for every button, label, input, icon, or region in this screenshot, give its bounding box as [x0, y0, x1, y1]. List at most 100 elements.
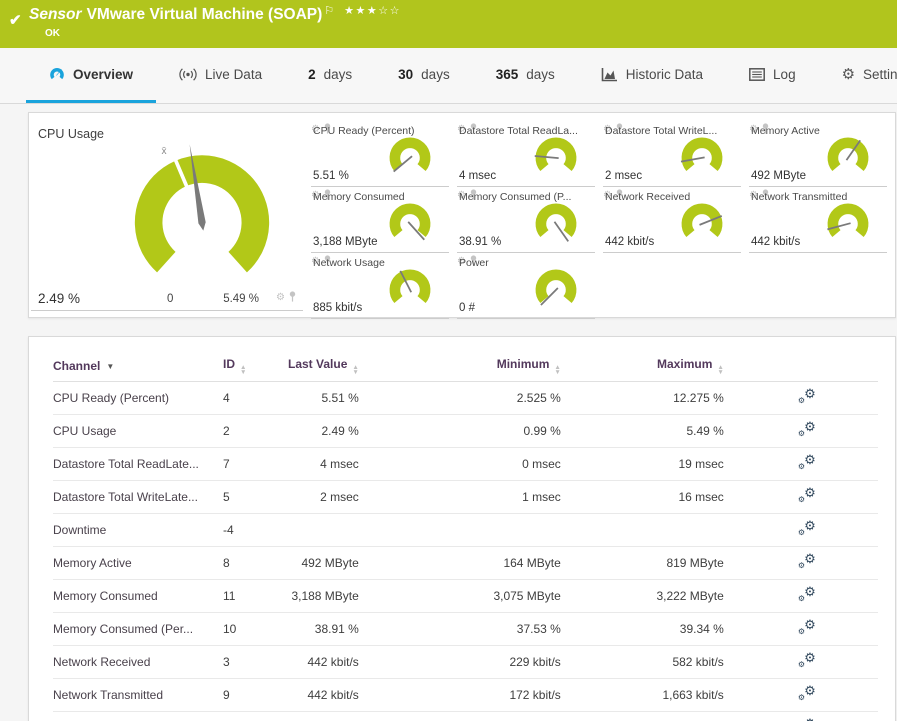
gauge-scale-min: 0 — [167, 293, 174, 305]
cell-channel: Memory Consumed (Per... — [53, 612, 223, 646]
gauge-tile-actions: ⚙ — [276, 289, 297, 307]
status-badge: OK — [45, 28, 60, 39]
channel-settings-icon[interactable]: ⚙⚙ — [798, 585, 816, 603]
table-row-datastore-total-readlate: Datastore Total ReadLate... 7 4 msec 0 msec… — [53, 447, 878, 481]
tab-number: 365 — [495, 66, 519, 82]
gauge — [534, 137, 577, 172]
gear-icon[interactable]: ⚙ — [276, 293, 285, 303]
channel-settings-icon[interactable]: ⚙⚙ — [798, 486, 816, 504]
cell-id: 9 — [223, 678, 288, 712]
cell-channel: Memory Active — [53, 546, 223, 580]
cell-last-value — [288, 513, 373, 547]
cell-maximum: 12.275 % — [574, 381, 738, 415]
tab-log[interactable]: Log — [726, 48, 819, 103]
gauge — [50, 67, 64, 79]
cell-id: 7 — [223, 447, 288, 481]
cell-last-value: 492 MByte — [288, 546, 373, 580]
gauge-tile-memory-consumed-p: Memory Consumed (P... 38.91 % ⚙ — [457, 187, 595, 253]
cell-channel: CPU Ready (Percent) — [53, 381, 223, 415]
tab-label: Overview — [73, 66, 134, 82]
gauge-tile-network-received: Network Received 442 kbit/s ⚙ — [603, 187, 741, 253]
table-header-row: Channel ▼ ID ▲ ▼ Last Value ▲ ▼ Minimum ▲ ▼ Max… — [53, 351, 878, 382]
channel-settings-icon[interactable]: ⚙⚙ — [798, 519, 816, 537]
cell-last-value: 4 msec — [288, 447, 373, 481]
channel-settings-icon[interactable]: ⚙⚙ — [798, 684, 816, 702]
gauge-tile-power: Power 0 # ⚙ — [457, 253, 595, 319]
cell-id: 4 — [223, 381, 288, 415]
cell-maximum: 19 msec — [574, 447, 738, 481]
flag-icon[interactable]: ⚐ — [324, 5, 334, 17]
channel-settings-icon[interactable]: ⚙⚙ — [798, 552, 816, 570]
tab-label: Log — [773, 66, 796, 82]
cell-channel: Network Received — [53, 645, 223, 679]
gauge — [535, 269, 577, 306]
cell-maximum: 3,222 MByte — [574, 579, 738, 613]
tab-number: 2 — [308, 66, 316, 82]
gauge — [827, 203, 869, 238]
content-area: CPU Usage x̄ 2.49 % 0 5.49 % ⚙ CPU Ready… — [0, 104, 897, 721]
gauge-tile-cpu-ready-percent: CPU Ready (Percent) 5.51 % ⚙ — [311, 121, 449, 187]
priority-stars[interactable]: ★★★☆☆ — [344, 5, 401, 17]
table-row-memory-consumed: Memory Consumed 11 3,188 MByte 3,075 MByte 3… — [53, 579, 878, 613]
cell-minimum: 401 kbit/s — [372, 711, 575, 721]
gauge-tile-network-transmitted: Network Transmitted 442 kbit/s ⚙ — [749, 187, 887, 253]
gauge-value: 885 kbit/s — [313, 302, 363, 314]
channel-settings-icon[interactable]: ⚙⚙ — [798, 651, 816, 669]
sort-icon: ▲ ▼ — [240, 364, 247, 376]
gauge-label: Memory Active — [751, 125, 820, 137]
sensor-header: ✔ Sensor VMware Virtual Machine (SOAP) ⚐ ★★… — [0, 0, 897, 48]
tab-365-days[interactable]: 365 days — [473, 48, 578, 103]
tab-settings[interactable]: ⚙ Settings — [819, 48, 897, 103]
table-row-memory-consumed-per: Memory Consumed (Per... 10 38.91 % 37.53 % 3… — [53, 612, 878, 646]
cell-last-value: 3,188 MByte — [288, 579, 373, 613]
sensor-kind: Sensor — [29, 6, 82, 23]
gauge-tile-cpu-usage: CPU Usage x̄ 2.49 % 0 5.49 % ⚙ — [31, 121, 303, 311]
gauge — [827, 137, 869, 172]
cell-id: 8 — [223, 546, 288, 580]
tab-overview[interactable]: Overview — [26, 48, 157, 103]
tab-number: 30 — [398, 66, 414, 82]
table-row-network-transmitted: Network Transmitted 9 442 kbit/s 172 kbit/s… — [53, 678, 878, 712]
gauge-tile-datastore-total-readla: Datastore Total ReadLa... 4 msec ⚙ — [457, 121, 595, 187]
channel-settings-icon[interactable]: ⚙⚙ — [798, 387, 816, 405]
gauge-value: 442 kbit/s — [605, 236, 655, 248]
column-header-last-value[interactable]: Last Value ▲ ▼ — [288, 351, 373, 382]
gauge-tile-memory-consumed: Memory Consumed 3,188 MByte ⚙ — [311, 187, 449, 253]
channel-settings-icon[interactable]: ⚙⚙ — [798, 618, 816, 636]
table-row-network-usage: Network Usage6885 kbit/s401 kbit/s2,253 … — [53, 711, 878, 721]
column-header-maximum[interactable]: Maximum ▲ ▼ — [574, 351, 738, 382]
cell-id: 6 — [223, 711, 288, 721]
cell-channel: Memory Consumed — [53, 579, 223, 613]
tab-2-days[interactable]: 2 days — [285, 48, 375, 103]
cell-minimum: 0 msec — [372, 447, 575, 481]
pin-icon[interactable] — [288, 289, 297, 307]
column-header-id[interactable]: ID ▲ ▼ — [223, 351, 288, 382]
column-header-channel[interactable]: Channel ▼ — [53, 351, 223, 382]
cell-channel: CPU Usage — [53, 414, 223, 448]
tab-bar: Overview Live Data 2 days 30 days 365 days Histo… — [0, 48, 897, 104]
cell-id: -4 — [223, 513, 288, 547]
cell-maximum: 5.49 % — [574, 414, 738, 448]
gauge — [389, 203, 431, 241]
tab-label: days — [421, 66, 450, 82]
channel-settings-icon[interactable]: ⚙⚙ — [798, 453, 816, 471]
tab-label: days — [323, 66, 353, 82]
gauge-value: 492 MByte — [751, 170, 806, 182]
tab-live-data[interactable]: Live Data — [156, 48, 285, 103]
tab-30-days[interactable]: 30 days — [375, 48, 473, 103]
svg-text:x̄: x̄ — [162, 146, 167, 157]
historic-data-icon — [601, 67, 618, 82]
cell-maximum — [574, 513, 738, 547]
gauges-panel: CPU Usage x̄ 2.49 % 0 5.49 % ⚙ CPU Ready… — [28, 112, 896, 319]
cell-maximum: 1,663 kbit/s — [574, 678, 738, 712]
channels-panel: Channel ▼ ID ▲ ▼ Last Value ▲ ▼ Minimum ▲ ▼ Max… — [28, 336, 896, 721]
cell-channel: Network Usage — [53, 711, 223, 721]
cell-last-value: 442 kbit/s — [288, 678, 373, 712]
cell-channel: Datastore Total WriteLate... — [53, 480, 223, 514]
status-check-icon: ✔ — [9, 12, 22, 29]
gauge-tile-network-usage: Network Usage 885 kbit/s ⚙ — [311, 253, 449, 319]
column-header-minimum[interactable]: Minimum ▲ ▼ — [372, 351, 575, 382]
channel-settings-icon[interactable]: ⚙⚙ — [798, 420, 816, 438]
tab-historic-data[interactable]: Historic Data — [578, 48, 726, 103]
tab-label: days — [526, 66, 555, 82]
